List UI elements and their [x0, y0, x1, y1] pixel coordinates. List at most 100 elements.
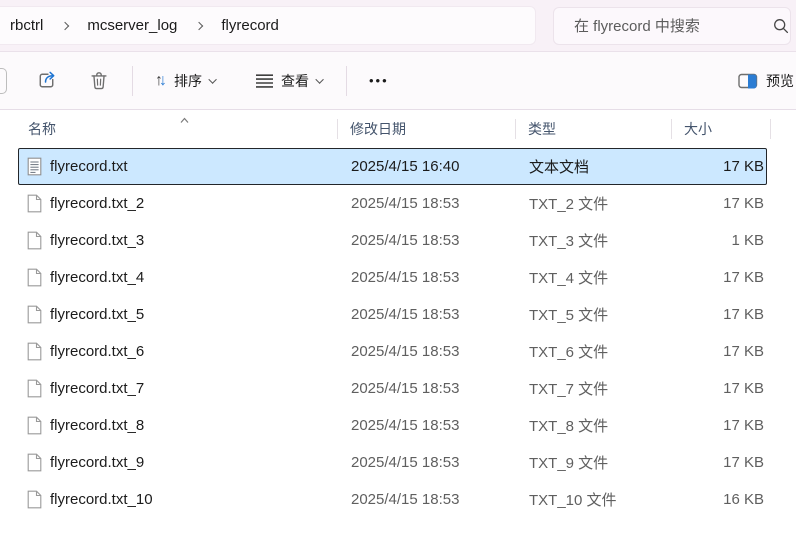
file-type: TXT_7 文件	[517, 378, 673, 399]
file-date-modified: 2025/4/15 18:53	[339, 232, 517, 249]
trash-icon	[88, 70, 110, 92]
sort-arrows-icon: ↑↓	[155, 72, 167, 90]
file-date-modified: 2025/4/15 18:53	[339, 269, 517, 286]
breadcrumb-item[interactable]: flyrecord	[214, 17, 286, 34]
toolbar-divider	[346, 66, 347, 96]
file-name-cell: flyrecord.txt_3	[19, 231, 339, 250]
file-size: 17 KB	[673, 380, 768, 397]
blank-file-icon	[27, 231, 42, 250]
file-type: TXT_5 文件	[517, 304, 673, 325]
file-size: 17 KB	[673, 269, 768, 286]
breadcrumb-item[interactable]: mcserver_log	[80, 17, 184, 34]
breadcrumb-chevron-icon	[195, 21, 203, 29]
file-row[interactable]: flyrecord.txt_4 2025/4/15 18:53 TXT_4 文件…	[18, 259, 767, 296]
file-type: TXT_4 文件	[517, 267, 673, 288]
view-label: 查看	[281, 71, 309, 91]
toolbar-divider	[132, 66, 133, 96]
file-row[interactable]: flyrecord.txt_9 2025/4/15 18:53 TXT_9 文件…	[18, 444, 767, 481]
file-date-modified: 2025/4/15 18:53	[339, 306, 517, 323]
view-button[interactable]: 查看	[247, 65, 332, 97]
blank-file-icon	[27, 305, 42, 324]
file-name: flyrecord.txt_5	[50, 306, 144, 323]
file-date-modified: 2025/4/15 16:40	[339, 158, 517, 175]
column-header-type[interactable]: 类型	[516, 110, 672, 148]
file-row[interactable]: flyrecord.txt 2025/4/15 16:40 文本文档 17 KB	[18, 148, 767, 185]
blank-file-icon	[27, 342, 42, 361]
file-date-modified: 2025/4/15 18:53	[339, 417, 517, 434]
file-name-cell: flyrecord.txt_7	[19, 379, 339, 398]
more-options-button[interactable]: •••	[361, 67, 397, 94]
blank-file-icon	[27, 490, 42, 509]
file-name-cell: flyrecord.txt_9	[19, 453, 339, 472]
chevron-down-icon	[315, 75, 323, 83]
file-type: TXT_6 文件	[517, 341, 673, 362]
file-name: flyrecord.txt_9	[50, 454, 144, 471]
preview-toggle-button[interactable]: 预览	[738, 71, 796, 91]
column-header-name[interactable]: 名称	[18, 110, 338, 148]
file-name: flyrecord.txt_4	[50, 269, 144, 286]
sort-label: 排序	[174, 71, 202, 91]
ellipsis-icon: •••	[369, 73, 389, 88]
file-date-modified: 2025/4/15 18:53	[339, 454, 517, 471]
file-type: 文本文档	[517, 156, 673, 177]
file-name-cell: flyrecord.txt_4	[19, 268, 339, 287]
column-header-date[interactable]: 修改日期	[338, 110, 516, 148]
breadcrumb-chevron-icon	[61, 21, 69, 29]
preview-label: 预览	[766, 71, 794, 91]
file-size: 17 KB	[673, 195, 768, 212]
file-row[interactable]: flyrecord.txt_8 2025/4/15 18:53 TXT_8 文件…	[18, 407, 767, 444]
file-date-modified: 2025/4/15 18:53	[339, 195, 517, 212]
file-size: 17 KB	[673, 306, 768, 323]
file-size: 1 KB	[673, 232, 768, 249]
share-button[interactable]	[27, 63, 66, 98]
file-date-modified: 2025/4/15 18:53	[339, 343, 517, 360]
file-name: flyrecord.txt	[50, 158, 128, 175]
search-input[interactable]	[574, 18, 773, 35]
file-row[interactable]: flyrecord.txt_5 2025/4/15 18:53 TXT_5 文件…	[18, 296, 767, 333]
list-lines-icon	[255, 73, 274, 89]
search-icon[interactable]	[773, 18, 789, 34]
blank-file-icon	[27, 416, 42, 435]
blank-file-icon	[27, 194, 42, 213]
file-type: TXT_10 文件	[517, 489, 673, 510]
delete-button[interactable]	[80, 64, 118, 98]
share-icon	[35, 69, 58, 92]
breadcrumb-item[interactable]: rbctrl	[3, 17, 50, 34]
file-row[interactable]: flyrecord.txt_10 2025/4/15 18:53 TXT_10 …	[18, 481, 767, 518]
file-type: TXT_2 文件	[517, 193, 673, 214]
file-name-cell: flyrecord.txt_5	[19, 305, 339, 324]
explorer-top-bar: rbctrl mcserver_log flyrecord	[0, 0, 796, 52]
clipped-button-icon	[0, 68, 7, 94]
file-row[interactable]: flyrecord.txt_2 2025/4/15 18:53 TXT_2 文件…	[18, 185, 767, 222]
blank-file-icon	[27, 453, 42, 472]
column-header-size[interactable]: 大小	[672, 110, 771, 148]
file-size: 17 KB	[673, 454, 768, 471]
file-explorer: { "breadcrumb": { "items": ["rbctrl", "m…	[0, 0, 796, 546]
file-name-cell: flyrecord.txt_2	[19, 194, 339, 213]
file-date-modified: 2025/4/15 18:53	[339, 491, 517, 508]
file-size: 17 KB	[673, 417, 768, 434]
file-size: 16 KB	[673, 491, 768, 508]
column-header-row: 名称 修改日期 类型 大小	[0, 110, 796, 148]
file-name: flyrecord.txt_8	[50, 417, 144, 434]
file-list: flyrecord.txt 2025/4/15 16:40 文本文档 17 KB	[0, 148, 796, 518]
blank-file-icon	[27, 379, 42, 398]
file-name-cell: flyrecord.txt_10	[19, 490, 339, 509]
blank-file-icon	[27, 268, 42, 287]
chevron-down-icon	[208, 75, 216, 83]
file-row[interactable]: flyrecord.txt_7 2025/4/15 18:53 TXT_7 文件…	[18, 370, 767, 407]
breadcrumb[interactable]: rbctrl mcserver_log flyrecord	[0, 6, 536, 45]
file-name-cell: flyrecord.txt_8	[19, 416, 339, 435]
file-row[interactable]: flyrecord.txt_6 2025/4/15 18:53 TXT_6 文件…	[18, 333, 767, 370]
sort-button[interactable]: ↑↓ 排序	[147, 65, 225, 97]
file-type: TXT_8 文件	[517, 415, 673, 436]
file-type: TXT_3 文件	[517, 230, 673, 251]
file-row[interactable]: flyrecord.txt_3 2025/4/15 18:53 TXT_3 文件…	[18, 222, 767, 259]
search-box[interactable]	[553, 7, 791, 45]
file-name: flyrecord.txt_10	[50, 491, 153, 508]
file-type: TXT_9 文件	[517, 452, 673, 473]
file-size: 17 KB	[673, 158, 768, 175]
file-date-modified: 2025/4/15 18:53	[339, 380, 517, 397]
file-name-cell: flyrecord.txt	[19, 157, 339, 176]
file-name: flyrecord.txt_3	[50, 232, 144, 249]
